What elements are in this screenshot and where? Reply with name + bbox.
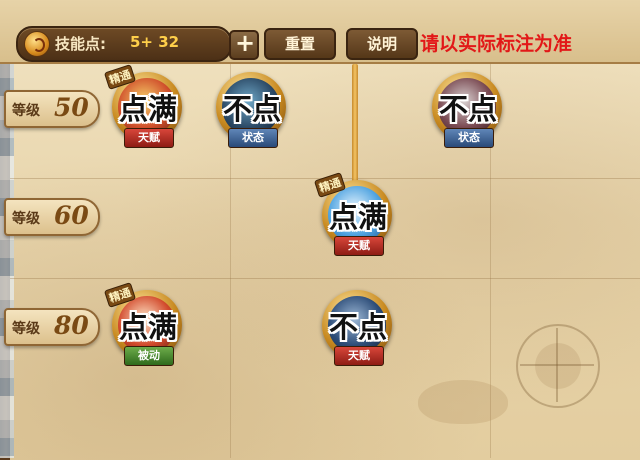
level-label: 等级 [12,211,40,227]
skill-node-talent-lv50[interactable]: 精通 天赋 点满 [103,64,190,158]
skill-points-label: 技能点: [55,35,106,53]
skill-points-value: 5+ 32 [130,33,180,51]
skill-type-banner: 状态 [444,128,494,148]
skill-type-banner: 状态 [228,128,278,148]
skill-type-banner: 天赋 [334,346,384,366]
skill-annotation: 不点 [438,92,497,126]
whale-decoration [418,380,508,424]
level-tag-60: 等级 60 [4,198,100,236]
skill-connector-line [352,64,358,184]
level-label: 等级 [12,321,40,337]
skill-node-status-lv50-a[interactable]: 状态 不点 [210,68,294,158]
level-tag-80: 等级 80 [4,308,100,346]
level-number: 60 [54,201,89,230]
reset-button[interactable]: 重置 [264,28,336,60]
skill-annotation: 不点 [328,310,387,344]
skill-annotation: 点满 [118,92,177,126]
level-label: 等级 [12,103,40,119]
coin-icon [24,31,50,57]
skill-type-banner: 天赋 [334,236,384,256]
annotation-note: 请以实际标注为准 [420,33,573,55]
top-bar: 技能点: 5+ 32 + 重置 说明 请以实际标注为准 [0,0,640,64]
skill-points-display: 技能点: 5+ 32 [16,26,232,62]
level-tag-50: 等级 50 [4,90,100,128]
level-number: 50 [54,93,89,122]
compass-rose-decoration [516,324,600,408]
skill-node-talent-lv60[interactable]: 精通 天赋 点满 [313,172,400,266]
skill-annotation: 不点 [222,92,281,126]
map-gridline [10,278,640,279]
skill-annotation: 点满 [328,200,387,234]
skill-type-banner: 天赋 [124,128,174,148]
add-skill-points-button[interactable]: + [229,29,259,60]
skill-node-talent-lv80[interactable]: 天赋 不点 [316,286,400,376]
help-button[interactable]: 说明 [346,28,418,60]
skill-type-banner: 被动 [124,346,174,366]
skill-node-status-lv50-b[interactable]: 状态 不点 [426,68,510,158]
skill-node-passive-lv80[interactable]: 精通 被动 点满 [103,282,190,376]
skill-annotation: 点满 [118,310,177,344]
level-number: 80 [54,311,89,340]
plus-icon: + [235,29,256,57]
